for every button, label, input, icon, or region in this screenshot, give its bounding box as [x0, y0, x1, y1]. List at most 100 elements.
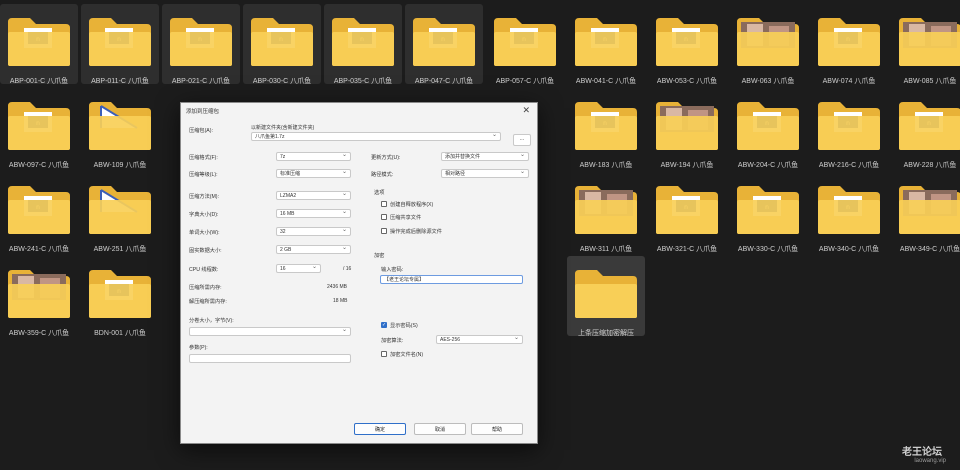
folder-item[interactable]: ABW-349-C 八爪鱼 — [891, 172, 960, 253]
folder-item[interactable]: ABW-359-C 八爪鱼 — [0, 256, 78, 337]
folder-icon — [656, 102, 718, 150]
options-group-title: 选项 — [374, 190, 385, 196]
mem-label: 压缩所需内存: — [189, 285, 222, 291]
folder-item[interactable]: 上条压缩加密解压 — [567, 256, 645, 337]
folder-item[interactable]: n ABP-057-C 八爪鱼 — [486, 4, 564, 85]
folder-label: ABW-204-C 八爪鱼 — [737, 162, 799, 169]
watermark-url: laowang.vip — [914, 458, 946, 464]
encrypt-group-title: 加密 — [374, 253, 385, 259]
folder-item[interactable]: n ABW-321-C 八爪鱼 — [648, 172, 726, 253]
dict-select[interactable]: 16 MB — [276, 209, 351, 218]
folder-icon: n — [737, 102, 799, 150]
folder-item[interactable]: ABW-194 八爪鱼 — [648, 88, 726, 169]
folder-label: ABW-097-C 八爪鱼 — [8, 162, 70, 169]
folder-icon: n — [8, 102, 70, 150]
folder-icon: n — [332, 18, 394, 66]
folder-icon: n — [89, 270, 151, 318]
dialog-title: 添加到压缩包 — [186, 109, 220, 115]
level-select[interactable]: 标准压缩 — [276, 169, 351, 178]
folder-label: ABW-053-C 八爪鱼 — [656, 78, 718, 85]
folder-icon — [89, 102, 151, 150]
folder-label: ABW-216-C 八爪鱼 — [818, 162, 880, 169]
folder-icon: n — [494, 18, 556, 66]
folder-icon: n — [656, 186, 718, 234]
folder-item[interactable]: n ABW-183 八爪鱼 — [567, 88, 645, 169]
folder-label: ABW-349-C 八爪鱼 — [899, 246, 960, 253]
folder-label: ABP-021-C 八爪鱼 — [171, 78, 231, 85]
folder-item[interactable]: n ABW-228 八爪鱼 — [891, 88, 960, 169]
mem-value: 2436 MB — [327, 284, 348, 290]
folder-item[interactable]: n ABW-041-C 八爪鱼 — [567, 4, 645, 85]
folder-item[interactable]: n ABW-216-C 八爪鱼 — [810, 88, 888, 169]
folder-item[interactable]: n ABW-053-C 八爪鱼 — [648, 4, 726, 85]
update-select[interactable]: 添加并替换文件 — [441, 152, 529, 161]
folder-item[interactable]: n BDN-001 八爪鱼 — [81, 256, 159, 337]
path-select[interactable]: 相对路径 — [441, 169, 529, 178]
folder-item[interactable]: ABW-063 八爪鱼 — [729, 4, 807, 85]
folder-item[interactable]: n ABW-097-C 八爪鱼 — [0, 88, 78, 169]
level-label: 压缩等级(L): — [189, 172, 218, 178]
folder-item[interactable]: n ABP-047-C 八爪鱼 — [405, 4, 483, 85]
help-button[interactable]: 帮助 — [471, 423, 523, 435]
archive-path-field[interactable]: 八爪鱼第1.7z — [251, 132, 501, 141]
folder-label: ABW-074 八爪鱼 — [822, 78, 876, 85]
folder-label: ABW-330-C 八爪鱼 — [737, 246, 799, 253]
word-select[interactable]: 32 — [276, 227, 351, 236]
mem2-label: 解压缩所需内存: — [189, 299, 227, 305]
shared-checkbox[interactable] — [381, 214, 387, 220]
folder-icon — [899, 18, 960, 66]
solid-select[interactable]: 2 GB — [276, 245, 351, 254]
folder-item[interactable]: n ABW-340-C 八爪鱼 — [810, 172, 888, 253]
cpu-select[interactable]: 16 — [276, 264, 321, 273]
folder-icon: n — [8, 18, 70, 66]
folder-icon: n — [8, 186, 70, 234]
show-password-checkbox[interactable] — [381, 322, 387, 328]
folder-item[interactable]: n ABW-074 八爪鱼 — [810, 4, 888, 85]
password-field[interactable]: 【老王论坛专属】 — [380, 275, 523, 284]
close-icon[interactable]: ✕ — [522, 105, 530, 116]
format-label: 压缩格式(F): — [189, 155, 218, 161]
folder-item[interactable]: ABW-251 八爪鱼 — [81, 172, 159, 253]
folder-item[interactable]: ABW-085 八爪鱼 — [891, 4, 960, 85]
method-select[interactable]: LZMA2 — [276, 191, 351, 200]
folder-item[interactable]: ABW-311 八爪鱼 — [567, 172, 645, 253]
show-password-label: 显示密码(S) — [390, 323, 418, 329]
sfx-checkbox[interactable] — [381, 201, 387, 207]
folder-label: ABP-030-C 八爪鱼 — [252, 78, 312, 85]
shared-label: 压缩共享文件 — [390, 215, 422, 221]
sfx-label: 创建自释放程序(X) — [390, 202, 434, 208]
folder-label: ABP-011-C 八爪鱼 — [91, 78, 149, 85]
folder-item[interactable]: n ABP-030-C 八爪鱼 — [243, 4, 321, 85]
folder-icon: n — [413, 18, 475, 66]
folder-icon: n — [170, 18, 232, 66]
folder-item[interactable]: n ABW-204-C 八爪鱼 — [729, 88, 807, 169]
browse-button[interactable]: ... — [513, 134, 531, 146]
folder-item[interactable]: n ABW-241-C 八爪鱼 — [0, 172, 78, 253]
encrypt-names-checkbox[interactable] — [381, 351, 387, 357]
format-select[interactable]: 7z — [276, 152, 351, 161]
params-field[interactable] — [189, 354, 351, 363]
folder-item[interactable]: ABW-109 八爪鱼 — [81, 88, 159, 169]
cancel-button[interactable]: 取消 — [414, 423, 466, 435]
folder-icon — [8, 270, 70, 318]
folder-item[interactable]: n ABP-011-C 八爪鱼 — [81, 4, 159, 85]
folder-label: ABW-311 八爪鱼 — [579, 246, 633, 253]
folder-icon: n — [656, 18, 718, 66]
enc-method-select[interactable]: AES-256 — [436, 335, 523, 344]
folder-icon: n — [899, 102, 960, 150]
folder-label: ABW-183 八爪鱼 — [579, 162, 633, 169]
folder-item[interactable]: n ABP-035-C 八爪鱼 — [324, 4, 402, 85]
folder-label: ABW-340-C 八爪鱼 — [818, 246, 880, 253]
ok-button[interactable]: 确定 — [354, 423, 406, 435]
folder-item[interactable]: n ABW-330-C 八爪鱼 — [729, 172, 807, 253]
dict-label: 字典大小(D): — [189, 212, 219, 218]
delete-after-checkbox[interactable] — [381, 228, 387, 234]
folder-label: ABW-109 八爪鱼 — [93, 162, 147, 169]
solid-label: 固实数据大小: — [189, 248, 222, 254]
folder-item[interactable]: n ABP-001-C 八爪鱼 — [0, 4, 78, 85]
folder-icon — [89, 186, 151, 234]
folder-label: ABW-228 八爪鱼 — [903, 162, 957, 169]
split-select[interactable] — [189, 327, 351, 336]
folder-item[interactable]: n ABP-021-C 八爪鱼 — [162, 4, 240, 85]
archive-label: 压缩包(A): — [189, 128, 213, 134]
